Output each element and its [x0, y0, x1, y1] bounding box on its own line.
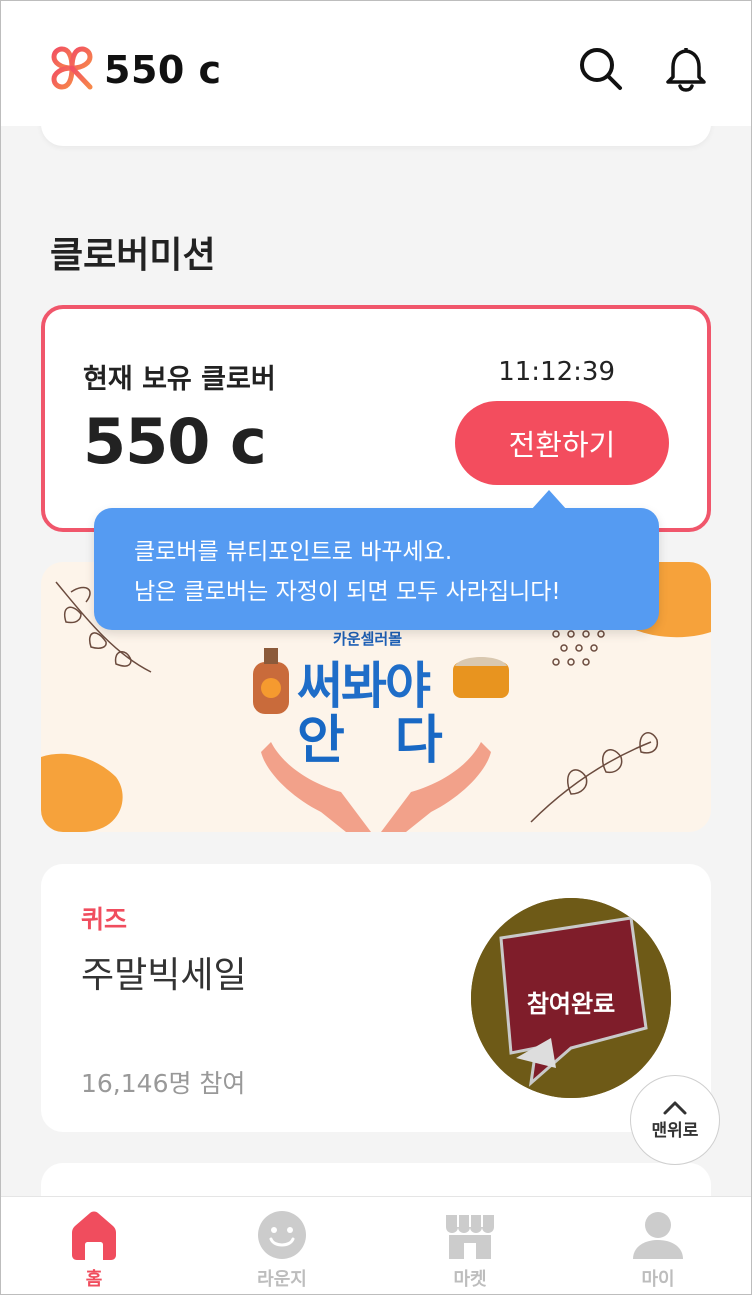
user-icon — [633, 1212, 683, 1259]
scroll-top-label: 맨위로 — [651, 1120, 699, 1141]
quiz-tag: 퀴즈 — [81, 905, 128, 934]
clover-amount: 550 c — [83, 405, 267, 478]
banner-title-line-2: 안다 — [297, 711, 493, 771]
nav-item-home[interactable]: 홈 — [0, 1197, 188, 1295]
search-icon[interactable] — [576, 44, 624, 92]
store-icon — [446, 1215, 494, 1259]
quiz-title: 주말빅세일 — [81, 955, 247, 996]
clover-label: 현재 보유 클로버 — [83, 364, 276, 395]
home-icon — [72, 1211, 116, 1260]
header-balance: 550 c — [104, 48, 222, 92]
section-title: 클로버미션 — [50, 235, 216, 276]
quiz-thumbnail: 참여완료 — [471, 898, 671, 1098]
quiz-participants: 16,146명 참여 — [81, 1069, 246, 1098]
quiz-status-label: 참여완료 — [526, 990, 616, 1018]
nav-label-home: 홈 — [85, 1269, 103, 1290]
tooltip-line-2: 남은 클로버는 자정이 되면 모두 사라집니다! — [134, 579, 561, 605]
nav-item-my[interactable]: 마이 — [564, 1197, 752, 1295]
smile-icon — [258, 1211, 306, 1259]
convert-tooltip: 클로버를 뷰티포인트로 바꾸세요. 남은 클로버는 자정이 되면 모두 사라집니… — [94, 490, 659, 630]
app-header: 550 c — [0, 0, 752, 126]
convert-button[interactable]: 전환하기 — [455, 401, 669, 485]
bottom-nav: 홈 라운지 마켓 마이 — [0, 1196, 752, 1295]
nav-item-lounge[interactable]: 라운지 — [188, 1197, 376, 1295]
clover-card: 현재 보유 클로버 550 c 11:12:39 전환하기 — [41, 305, 711, 532]
scroll-top-button[interactable]: 맨위로 — [630, 1075, 720, 1165]
nav-label-market: 마켓 — [453, 1269, 487, 1290]
nav-label-my: 마이 — [641, 1269, 675, 1290]
bell-icon[interactable] — [662, 44, 710, 92]
clover-logo-icon — [51, 46, 93, 90]
quiz-card[interactable]: 퀴즈 주말빅세일 16,146명 참여 참여완료 — [41, 864, 711, 1132]
nav-label-lounge: 라운지 — [257, 1269, 307, 1290]
countdown-timer: 11:12:39 — [498, 357, 615, 387]
nav-item-market[interactable]: 마켓 — [376, 1197, 564, 1295]
chevron-up-icon — [663, 1101, 687, 1114]
tooltip-line-1: 클로버를 뷰티포인트로 바꾸세요. — [134, 539, 453, 565]
